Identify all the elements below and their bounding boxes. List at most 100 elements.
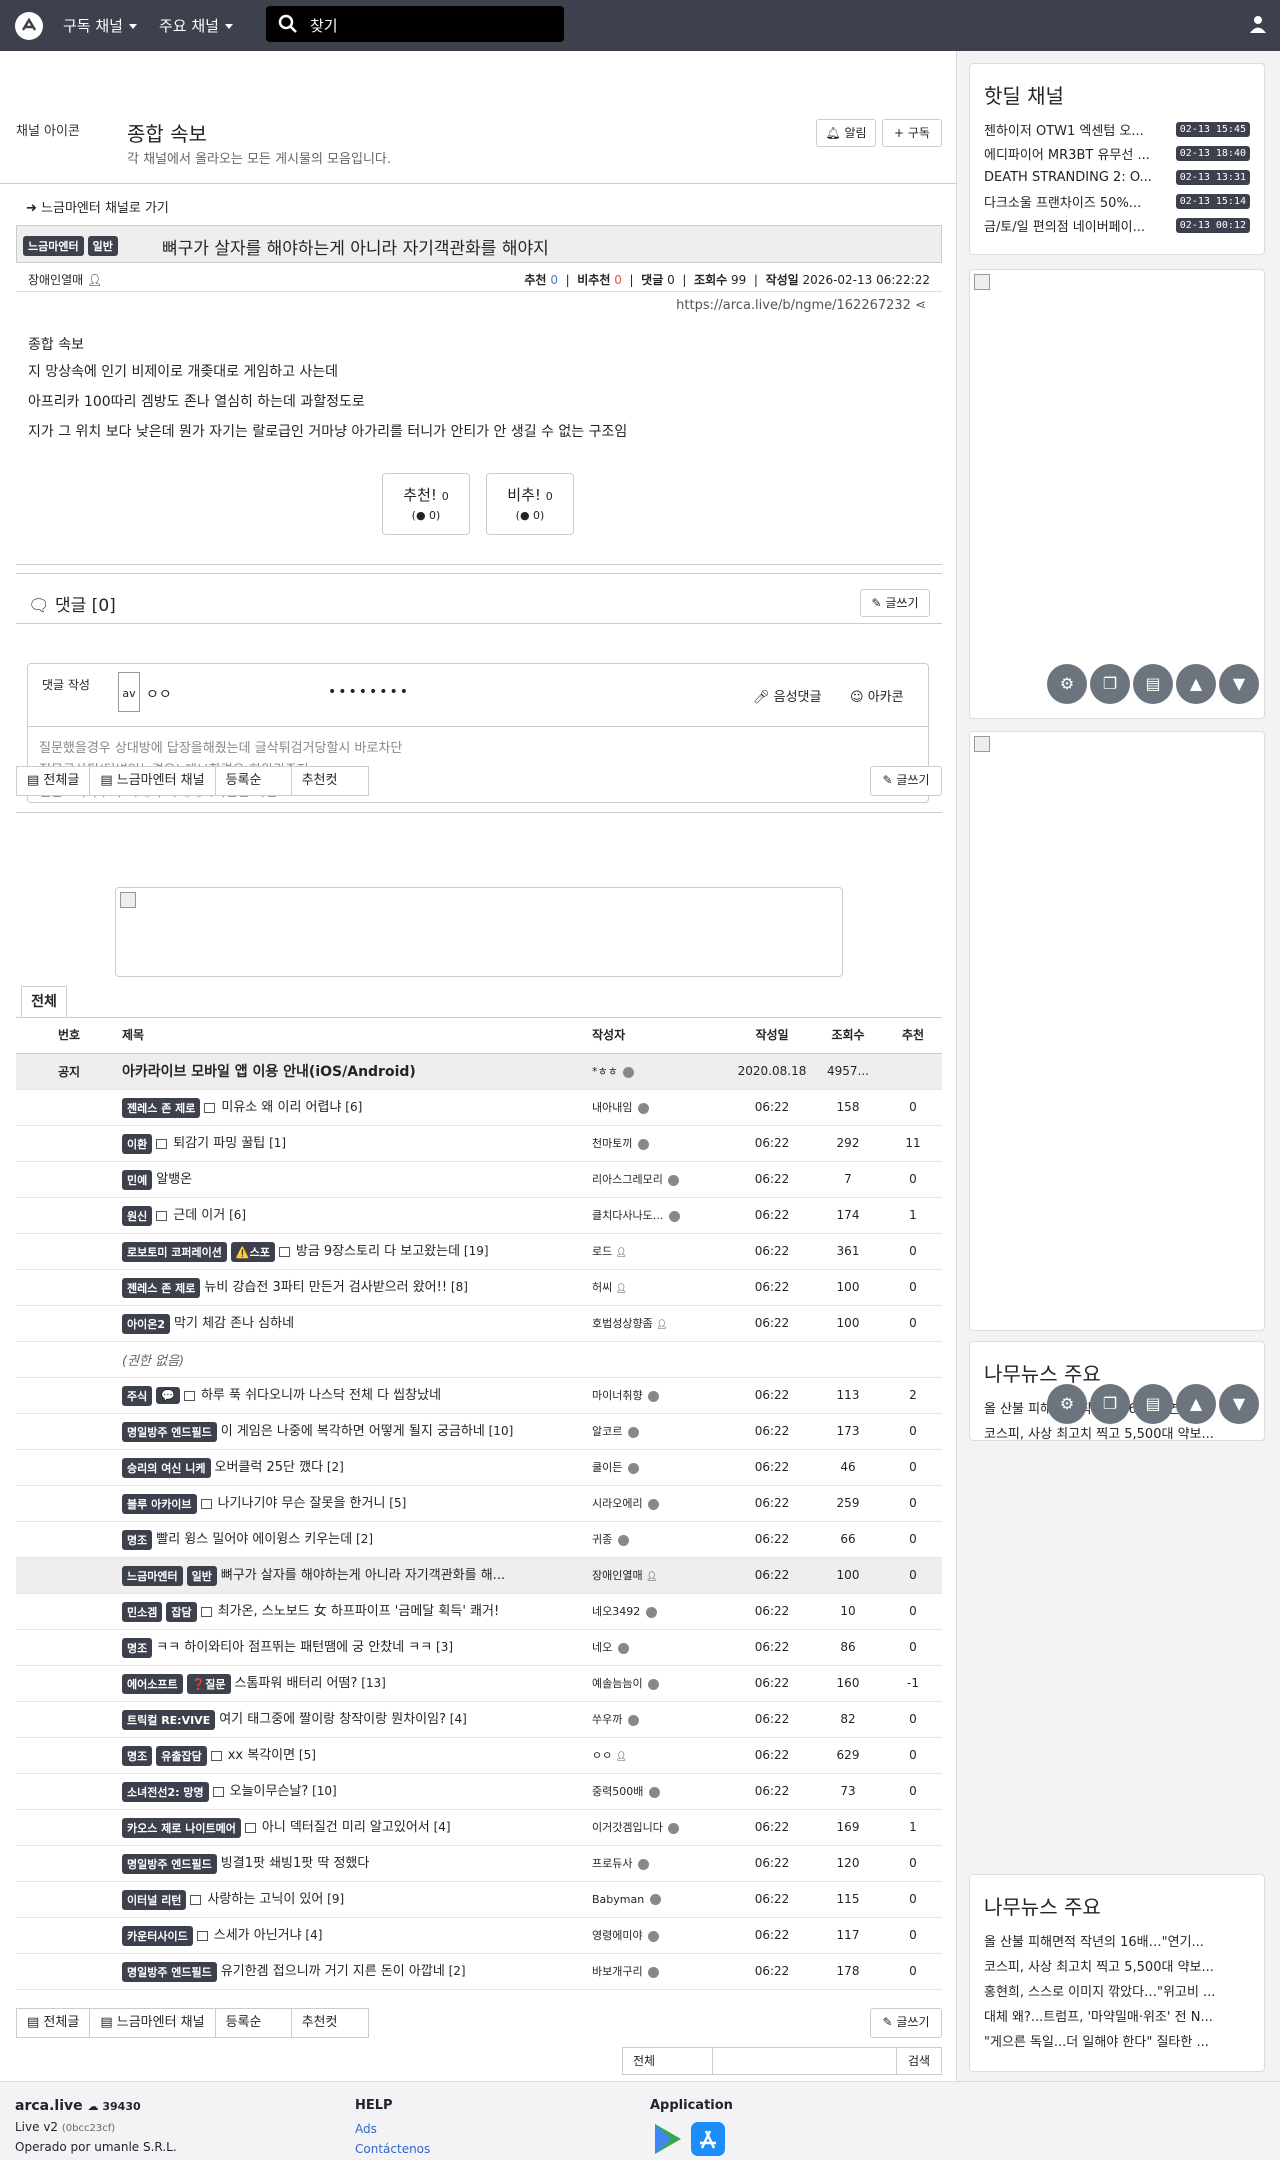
table-row[interactable]: (권한 없음) [16, 1341, 942, 1378]
subscribe-button[interactable]: + 구독 [882, 119, 942, 147]
row-title-cell[interactable]: 카오스 제로 나이트메어 아니 덱터질건 미리 알고있어서 [4] [122, 1809, 592, 1846]
row-title[interactable]: 스세가 아닌거냐 [214, 1928, 302, 1943]
search-scope-select[interactable]: 전체 [623, 2048, 713, 2074]
ads-link[interactable]: Ads [355, 2122, 377, 2136]
row-title[interactable]: 이 게임은 나중에 복각하면 어떻게 될지 궁금하네 [221, 1424, 485, 1439]
row-title-cell[interactable]: 명일방주 엔드필드 빙결1팟 쇄빙1팟 딱 정했다 [122, 1845, 592, 1882]
row-author[interactable]: ㅇㅇ 👤︎ [592, 1737, 732, 1774]
row-author[interactable]: 장애인열매 👤︎ [592, 1557, 732, 1594]
row-title-cell[interactable]: 소녀전선2: 망명 오늘이무슨날? [10] [122, 1773, 592, 1810]
copy-button[interactable]: ❐ [1090, 664, 1130, 704]
table-row[interactable]: 카운터사이드 스세가 아닌거냐 [4] 영령에미야 06:22 117 0 [16, 1917, 942, 1954]
contact-link[interactable]: Contáctenos [355, 2142, 430, 2156]
category-badge[interactable]: 젠레스 존 제로 [122, 1277, 201, 1298]
table-row[interactable]: 소녀전선2: 망명 오늘이무슨날? [10] 중력500배 06:22 73 0 [16, 1773, 942, 1810]
category-badge[interactable]: 카오스 제로 나이트메어 [122, 1817, 241, 1838]
table-row[interactable]: 명일방주 엔드필드 유기한겜 접으니까 거기 지른 돈이 아깝네 [2] 바보개구리… [16, 1953, 942, 1990]
row-title-cell[interactable]: 이환 퇴감기 파밍 꿀팁 [1] [122, 1125, 592, 1162]
ad-slot[interactable] [969, 269, 1265, 719]
row-title-cell[interactable]: 아이온2 막기 체감 존나 심하네 [122, 1305, 592, 1342]
row-title-cell[interactable]: 에어소프트 ❓질문 스톰파워 배터리 어떰? [13] [122, 1665, 592, 1702]
category-badge[interactable]: 젠레스 존 제로 [122, 1097, 201, 1118]
table-row[interactable]: 명일방주 엔드필드 빙결1팟 쇄빙1팟 딱 정했다 프로듀사 06:22 120 0 [16, 1845, 942, 1882]
ad-slot[interactable] [969, 731, 1265, 1331]
category-badge[interactable]: 소녀전선2: 망명 [122, 1781, 209, 1802]
row-title[interactable]: 스톰파워 배터리 어떰? [235, 1676, 358, 1691]
row-title[interactable]: 빙결1팟 쇄빙1팟 딱 정했다 [221, 1856, 370, 1871]
category-badge[interactable]: ⚠️스포 [230, 1241, 275, 1262]
row-title[interactable]: ㅋㅋ 하이와티아 점프뛰는 패턴땜에 궁 안찼네 ㅋㅋ [156, 1640, 432, 1655]
category-badge[interactable]: 일반 [186, 1565, 217, 1586]
category-badge[interactable]: 일반 [87, 236, 118, 256]
all-posts-button[interactable]: ▤ 전체글 [17, 2009, 91, 2037]
news-item[interactable]: 올 산불 피해면적 작년의 16배…"연기... [970, 1928, 1264, 1953]
table-row[interactable]: 명일방주 엔드필드 이 게임은 나중에 복각하면 어떻게 될지 궁금하네 [10]… [16, 1413, 942, 1450]
table-row[interactable]: 이환 퇴감기 파밍 꿀팁 [1] 천마토끼 06:22 292 11 [16, 1125, 942, 1162]
write-comment-button[interactable]: ✎ 글쓰기 [860, 589, 930, 617]
category-badge[interactable]: 민예 [122, 1169, 153, 1190]
row-title-cell[interactable]: 명조 빨리 윙스 밀어야 에이윙스 키우는데 [2] [122, 1521, 592, 1558]
category-badge[interactable]: 명일방주 엔드필드 [122, 1961, 217, 1982]
row-title-cell[interactable]: 명조 유출잡담 xx 복각이면 [5] [122, 1737, 592, 1774]
news-item[interactable]: 코스피, 사상 최고치 찍고 5,500대 약보... [970, 1420, 1264, 1440]
table-row[interactable]: 주식 💬 하루 푹 쉬다오니까 나스닥 전체 다 씹창났네 마이너취향 06:22 1… [16, 1377, 942, 1414]
category-badge[interactable]: 로보토미 코퍼레이션 [122, 1241, 227, 1262]
row-author[interactable]: 쑤우까 [592, 1701, 732, 1738]
row-title[interactable]: 빨리 윙스 밀어야 에이윙스 키우는데 [156, 1532, 352, 1547]
news-item[interactable]: 코스피, 사상 최고치 찍고 5,500대 약보... [970, 1953, 1264, 1978]
category-badge[interactable]: 느금마엔터 [23, 236, 84, 256]
channel-posts-button[interactable]: ▤ 느금마엔터 채널 [90, 767, 216, 795]
hotdeal-item[interactable]: 금/토/일 편의점 네이버페이... 02-13 00:12 [970, 213, 1264, 237]
search-input[interactable]: 찾기 [266, 6, 564, 42]
row-title-cell[interactable]: 카운터사이드 스세가 아닌거냐 [4] [122, 1917, 592, 1954]
table-row[interactable]: 이터널 리턴 사랑하는 고닉이 있어 [9] Babyman 06:22 115 0 [16, 1881, 942, 1918]
table-row[interactable]: 승리의 여신 니케 오버클럭 25단 깼다 [2] 쿨이든 06:22 46 0 [16, 1449, 942, 1486]
row-author[interactable]: 영령에미야 [592, 1917, 732, 1954]
gear-button[interactable]: ⚙ [1047, 664, 1087, 704]
category-badge[interactable]: 💬 [156, 1387, 180, 1405]
row-title[interactable]: 뼈구가 살자를 해야하는게 아니라 자기객관화를 해... [221, 1568, 505, 1583]
table-row[interactable]: 민예 알뱅온 리아스그레모리 06:22 7 0 [16, 1161, 942, 1198]
down-button[interactable]: ▼ [1219, 664, 1259, 704]
row-author[interactable]: 바보개구리 [592, 1953, 732, 1990]
row-author[interactable]: 네오3492 [592, 1593, 732, 1630]
row-title-cell[interactable]: 로보토미 코퍼레이션 ⚠️스포 방금 9장스토리 다 보고왔는데 [19] [122, 1233, 592, 1270]
table-row[interactable]: 명조 유출잡담 xx 복각이면 [5] ㅇㅇ 👤︎ 06:22 629 0 [16, 1737, 942, 1774]
category-badge[interactable]: 명조 [122, 1529, 153, 1550]
row-title-cell[interactable]: 트릭컬 RE:VIVE 여기 태그중에 짤이랑 창작이랑 뭔차이임? [4] [122, 1701, 592, 1738]
category-badge[interactable]: 이환 [122, 1133, 153, 1154]
table-row[interactable]: 느금마엔터 일반 뼈구가 살자를 해야하는게 아니라 자기객관화를 해... 장애인… [16, 1557, 942, 1594]
row-title-cell[interactable]: 젠레스 존 제로 미유소 왜 이리 어렵냐 [6] [122, 1089, 592, 1126]
up-button[interactable]: ▲ [1176, 1384, 1216, 1424]
list-button[interactable]: ▤ [1133, 1384, 1173, 1424]
channel-posts-button[interactable]: ▤ 느금마엔터 채널 [90, 2009, 216, 2037]
row-title-cell[interactable]: 승리의 여신 니케 오버클럭 25단 깼다 [2] [122, 1449, 592, 1486]
row-title-cell[interactable]: 민소겜 잡담 최가온, 스노보드 女 하프파이프 '금메달 획득' 쾌거! [122, 1593, 592, 1630]
notice-row[interactable]: 공지 아카라이브 모바일 앱 이용 안내(iOS/Android) *ㅎㅎ 20… [16, 1053, 942, 1090]
notice-title[interactable]: 아카라이브 모바일 앱 이용 안내(iOS/Android) [122, 1053, 592, 1090]
alarm-button[interactable]: 🔔︎ 알림 [816, 119, 876, 147]
row-author[interactable]: 이거갓겜입니다 [592, 1809, 732, 1846]
post-author[interactable]: 장애인열매 👤︎ [28, 271, 102, 288]
row-title[interactable]: 퇴감기 파밍 꿀팁 [173, 1136, 265, 1151]
hotdeal-item[interactable]: 에디파이어 MR3BT 유무선 ... 02-13 18:40 [970, 141, 1264, 165]
hotdeal-item[interactable]: 젠하이저 OTW1 엑센텀 오... 02-13 15:45 [970, 117, 1264, 141]
row-author[interactable]: 로드 👤︎ [592, 1233, 732, 1270]
table-row[interactable]: 카오스 제로 나이트메어 아니 덱터질건 미리 알고있어서 [4] 이거갓겜입니다 … [16, 1809, 942, 1846]
table-row[interactable]: 젠레스 존 제로 미유소 왜 이리 어렵냐 [6] 내아내임 06:22 158 0 [16, 1089, 942, 1126]
hotdeal-item[interactable]: 다크소울 프랜차이즈 50%... 02-13 15:14 [970, 189, 1264, 213]
google-play-icon[interactable] [652, 2122, 684, 2156]
row-title[interactable]: 방금 9장스토리 다 보고왔는데 [296, 1244, 460, 1259]
user-icon[interactable] [1248, 14, 1268, 34]
gear-button[interactable]: ⚙ [1047, 1384, 1087, 1424]
row-title[interactable]: 미유소 왜 이리 어렵냐 [221, 1100, 341, 1115]
row-title-cell[interactable]: 명일방주 엔드필드 유기한겜 접으니까 거기 지른 돈이 아깝네 [2] [122, 1953, 592, 1990]
copy-button[interactable]: ❐ [1090, 1384, 1130, 1424]
search-keyword-input[interactable] [713, 2048, 897, 2074]
category-badge[interactable]: 명조 [122, 1637, 153, 1658]
table-row[interactable]: 로보토미 코퍼레이션 ⚠️스포 방금 9장스토리 다 보고왔는데 [19] 로드 👤︎… [16, 1233, 942, 1270]
row-author[interactable]: 예솔늠늠이 [592, 1665, 732, 1702]
downvote-button[interactable]: 비추! 0 (● 0) [486, 473, 574, 535]
row-author[interactable]: 허씨 👤︎ [592, 1269, 732, 1306]
row-title-cell[interactable]: 주식 💬 하루 푹 쉬다오니까 나스닥 전체 다 씹창났네 [122, 1377, 592, 1414]
